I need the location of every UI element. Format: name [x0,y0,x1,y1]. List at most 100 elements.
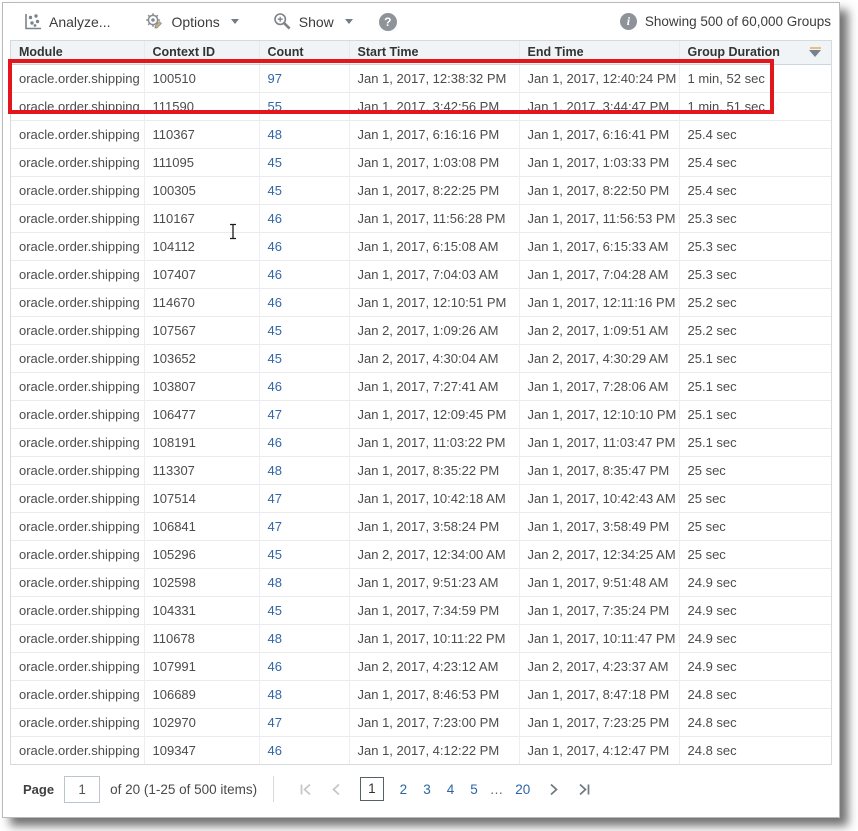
count-cell: 46 [259,232,349,260]
count-link[interactable]: 47 [268,491,282,506]
count-cell: 45 [259,344,349,372]
count-link[interactable]: 45 [268,323,282,338]
options-label: Options [171,14,219,30]
count-link[interactable]: 47 [268,407,282,422]
table-row: oracle.order.shipping109347 46 Jan 1, 2017… [11,736,831,764]
end-time-cell: Jan 1, 2017, 6:15:33 AM [519,232,679,260]
column-header-count[interactable]: Count [259,41,349,64]
previous-page-button [330,783,343,796]
count-link[interactable]: 45 [268,183,282,198]
module-cell: oracle.order.shipping [11,736,144,764]
count-cell: 48 [259,624,349,652]
page-link[interactable]: 5 [470,782,478,797]
count-link[interactable]: 47 [268,715,282,730]
start-time-cell: Jan 2, 2017, 12:34:00 AM [349,540,519,568]
end-time-cell: Jan 1, 2017, 4:12:47 PM [519,736,679,764]
module-cell: oracle.order.shipping [11,568,144,596]
show-menu-button[interactable]: Show [273,12,353,31]
count-link[interactable]: 48 [268,687,282,702]
table-row: oracle.order.shipping10756745Jan 2, 2017… [11,316,831,344]
module-cell: oracle.order.shipping [11,624,144,652]
group-duration-cell: 25.1 sec [679,400,831,428]
page-number-input[interactable] [64,776,100,803]
column-header-context-id[interactable]: Context ID [144,41,259,64]
start-time-cell: Jan 2, 2017, 1:09:26 AM [349,316,519,344]
context-id-cell: 107991 [144,652,259,680]
table-row: oracle.order.shipping10030545Jan 1, 2017… [11,176,831,204]
count-cell: 47 [259,708,349,736]
page-range-text: of 20 (1-25 of 500 items) [110,782,257,797]
module-cell: oracle.order.shipping [11,512,144,540]
page-link[interactable]: 2 [400,782,408,797]
next-page-button[interactable] [547,783,560,796]
analyze-button[interactable]: Analyze... [23,13,110,31]
help-icon[interactable]: ? [379,13,397,31]
start-time-cell: Jan 1, 2017, 8:35:22 PM [349,456,519,484]
page-link[interactable]: 20 [515,782,530,797]
count-link[interactable]: 46 [268,267,282,282]
count-link[interactable]: 45 [268,351,282,366]
module-cell: oracle.order.shipping [11,316,144,344]
column-header-module[interactable]: Module [11,41,144,64]
count-link[interactable]: 48 [268,127,282,142]
count-cell: 46 [259,260,349,288]
group-duration-cell: 25.4 sec [679,148,831,176]
count-link[interactable]: 48 [268,463,282,478]
table-row: oracle.order.shipping11330748Jan 1, 2017… [11,456,831,484]
chevron-down-icon [345,19,353,24]
end-time-cell: Jan 2, 2017, 4:23:37 AM [519,652,679,680]
group-duration-cell: 24.8 sec [679,708,831,736]
table-row: oracle.order.shipping11016746Jan 1, 2017… [11,204,831,232]
page-link[interactable]: 4 [447,782,455,797]
end-time-cell: Jan 1, 2017, 3:58:49 PM [519,512,679,540]
table-header-row: Module Context ID Count Start Time End T… [11,41,831,64]
column-header-start-time[interactable]: Start Time [349,41,519,64]
count-link[interactable]: 46 [268,743,282,758]
module-cell: oracle.order.shipping [11,708,144,736]
page-link[interactable]: 3 [423,782,431,797]
last-page-button[interactable] [578,783,591,796]
page-label: Page [23,782,54,797]
count-link[interactable]: 46 [268,379,282,394]
column-header-end-time[interactable]: End Time [519,41,679,64]
module-cell: oracle.order.shipping [11,64,144,92]
count-cell: 47 [259,400,349,428]
start-time-cell: Jan 1, 2017, 7:27:41 AM [349,372,519,400]
count-link[interactable]: 46 [268,435,282,450]
count-link[interactable]: 55 [268,99,282,114]
count-cell: 45 [259,148,349,176]
group-duration-cell: 25.3 sec [679,260,831,288]
module-cell: oracle.order.shipping [11,120,144,148]
group-duration-cell: 25 sec [679,512,831,540]
table-row: oracle.order.shipping10259848Jan 1, 2017… [11,568,831,596]
scatter-chart-icon [23,13,42,31]
start-time-cell: Jan 1, 2017, 4:12:22 PM [349,736,519,764]
count-link[interactable]: 47 [268,519,282,534]
start-time-cell: Jan 1, 2017, 12:10:51 PM [349,288,519,316]
options-menu-button[interactable]: Options [144,12,238,31]
start-time-cell: Jan 1, 2017, 12:09:45 PM [349,400,519,428]
count-link[interactable]: 48 [268,575,282,590]
current-page-indicator[interactable]: 1 [360,777,384,801]
count-link[interactable]: 45 [268,547,282,562]
count-link[interactable]: 97 [268,71,282,86]
module-cell: oracle.order.shipping [11,596,144,624]
count-link[interactable]: 45 [268,603,282,618]
end-time-cell: Jan 1, 2017, 8:22:50 PM [519,176,679,204]
module-cell: oracle.order.shipping [11,456,144,484]
count-link[interactable]: 46 [268,239,282,254]
count-link[interactable]: 46 [268,211,282,226]
count-link[interactable]: 45 [268,155,282,170]
table-row: oracle.order.shipping11467046Jan 1, 2017… [11,288,831,316]
count-link[interactable]: 46 [268,295,282,310]
group-duration-cell: 24.8 sec [679,736,831,764]
count-link[interactable]: 48 [268,631,282,646]
context-id-cell: 109347 [144,736,259,764]
start-time-cell: Jan 1, 2017, 11:56:28 PM [349,204,519,232]
column-header-group-duration[interactable]: Group Duration [679,41,831,64]
sort-descending-icon[interactable] [809,47,821,57]
count-cell: 46 [259,652,349,680]
module-cell: oracle.order.shipping [11,680,144,708]
start-time-cell: Jan 2, 2017, 4:30:04 AM [349,344,519,372]
count-link[interactable]: 46 [268,659,282,674]
